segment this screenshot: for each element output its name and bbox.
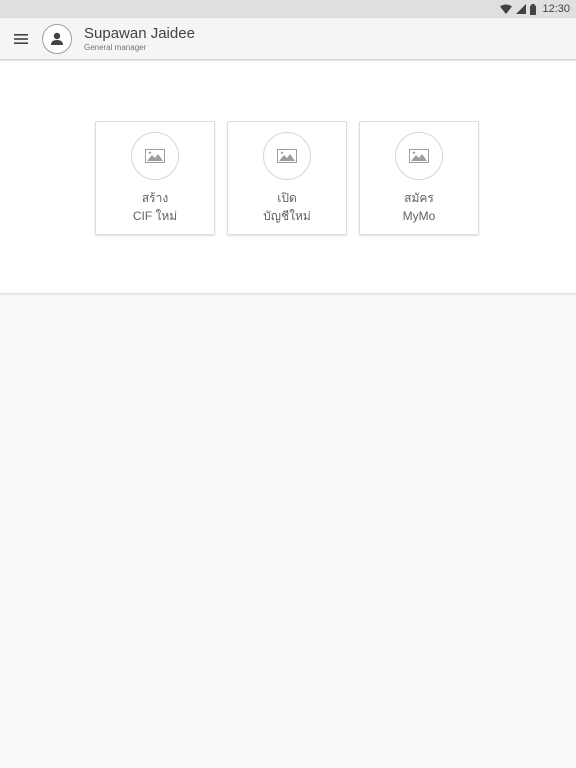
card-icon-circle bbox=[395, 132, 443, 180]
card-label: สมัคร MyMo bbox=[403, 189, 436, 225]
card-icon-circle bbox=[263, 132, 311, 180]
open-account-card[interactable]: เปิด บัญชีใหม่ bbox=[227, 121, 347, 235]
card-label: เปิด บัญชีใหม่ bbox=[263, 189, 311, 225]
battery-icon bbox=[530, 3, 537, 15]
action-cards: สร้าง CIF ใหม่ เปิด บัญชีใหม่ สมัคร MyMo bbox=[95, 121, 479, 235]
card-label-line1: สมัคร bbox=[404, 191, 434, 205]
image-placeholder-icon bbox=[277, 149, 297, 163]
image-placeholder-icon bbox=[145, 149, 165, 163]
content-panel: สร้าง CIF ใหม่ เปิด บัญชีใหม่ สมัคร MyMo bbox=[0, 61, 576, 294]
card-label: สร้าง CIF ใหม่ bbox=[133, 189, 177, 225]
menu-button[interactable] bbox=[0, 18, 42, 60]
user-role: General manager bbox=[84, 42, 147, 52]
card-label-line1: สร้าง bbox=[141, 191, 169, 205]
card-icon-circle bbox=[131, 132, 179, 180]
status-time: 12:30 bbox=[542, 3, 570, 15]
app-bar: Supawan Jaidee General manager bbox=[0, 18, 576, 60]
user-name: Supawan Jaidee bbox=[84, 24, 195, 42]
create-cif-card[interactable]: สร้าง CIF ใหม่ bbox=[95, 121, 215, 235]
card-label-line1: เปิด bbox=[277, 191, 297, 205]
wifi-icon bbox=[500, 4, 513, 14]
avatar[interactable] bbox=[42, 23, 72, 54]
user-info: Supawan Jaidee General manager bbox=[84, 25, 195, 53]
register-mymo-card[interactable]: สมัคร MyMo bbox=[359, 121, 479, 235]
status-bar: 12:30 bbox=[0, 0, 576, 18]
card-label-line2: CIF ใหม่ bbox=[132, 209, 178, 223]
image-placeholder-icon bbox=[409, 149, 429, 163]
account-circle-icon bbox=[51, 32, 63, 45]
hamburger-menu-icon bbox=[14, 33, 28, 44]
card-label-line2: บัญชีใหม่ bbox=[263, 209, 311, 223]
card-label-line2: MyMo bbox=[402, 209, 436, 223]
cell-signal-icon bbox=[516, 4, 527, 14]
